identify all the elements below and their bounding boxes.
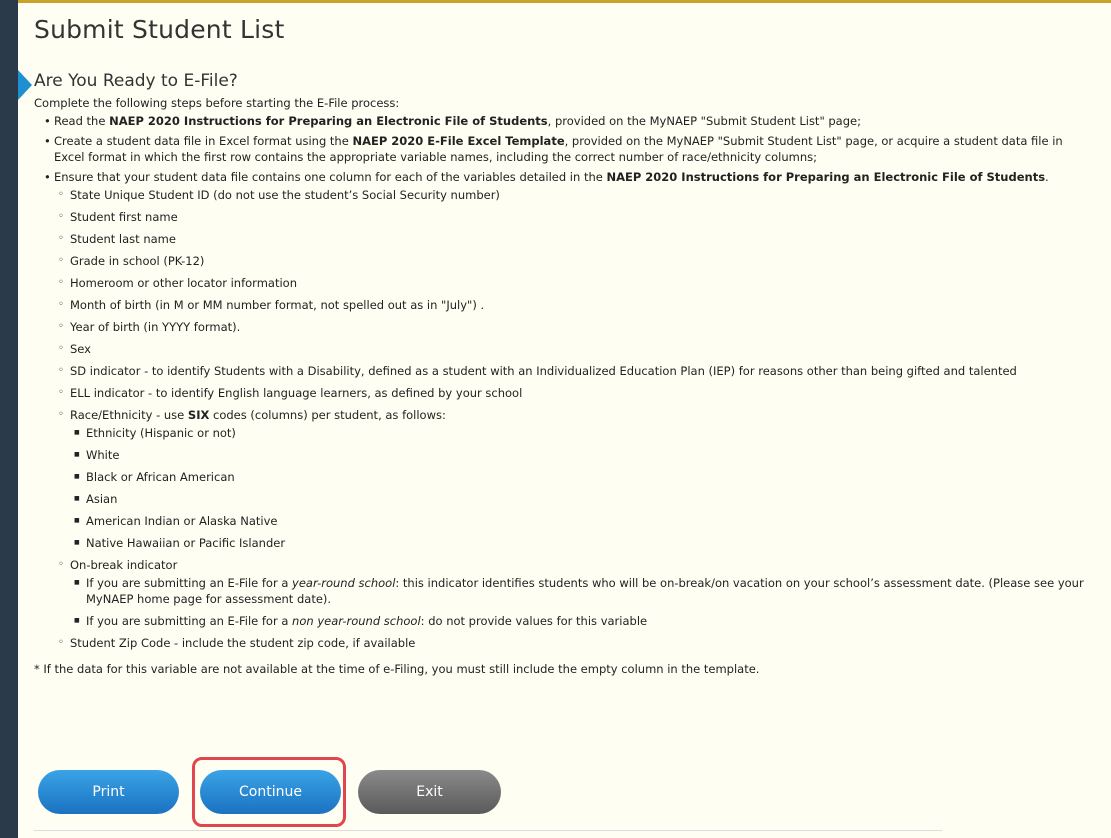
steps-list: Read the NAEP 2020 Instructions for Prep…	[34, 113, 1094, 651]
step-ensure: Ensure that your student data file conta…	[44, 169, 1094, 651]
variable-year-birth: Year of birth (in YYYY format).	[58, 319, 1094, 335]
bottom-rule	[34, 830, 942, 831]
footnote: * If the data for this variable are not …	[34, 662, 760, 676]
print-button[interactable]: Print	[38, 770, 179, 814]
on-break-year-round: If you are submitting an E-File for a ye…	[74, 575, 1094, 607]
variable-homeroom: Homeroom or other locator information	[58, 275, 1094, 291]
on-break-list: If you are submitting an E-File for a ye…	[70, 575, 1094, 629]
exit-button[interactable]: Exit	[358, 770, 501, 814]
race-item: Black or African American	[74, 469, 1094, 485]
variable-grade: Grade in school (PK-12)	[58, 253, 1094, 269]
left-sidebar-bar	[0, 0, 18, 838]
step-create: Create a student data file in Excel form…	[44, 133, 1094, 165]
page-title: Submit Student List	[34, 15, 285, 44]
template-title: NAEP 2020 E-File Excel Template	[352, 134, 565, 148]
variable-zip-code: Student Zip Code - include the student z…	[58, 635, 1094, 651]
variable-sd-indicator: SD indicator - to identify Students with…	[58, 363, 1094, 379]
variable-ell-indicator: ELL indicator - to identify English lang…	[58, 385, 1094, 401]
race-item: Asian	[74, 491, 1094, 507]
race-item: Native Hawaiian or Pacific Islander	[74, 535, 1094, 551]
variable-last-name: Student last name	[58, 231, 1094, 247]
continue-highlight-box	[192, 757, 346, 827]
variable-month-birth: Month of birth (in M or MM number format…	[58, 297, 1094, 313]
race-item: White	[74, 447, 1094, 463]
variable-state-id: State Unique Student ID (do not use the …	[58, 187, 1094, 203]
instructions-doc-title: NAEP 2020 Instructions for Preparing an …	[606, 170, 1046, 184]
instructions-doc-title: NAEP 2020 Instructions for Preparing an …	[109, 114, 548, 128]
race-item: Ethnicity (Hispanic or not)	[74, 425, 1094, 441]
race-item: American Indian or Alaska Native	[74, 513, 1094, 529]
race-codes-list: Ethnicity (Hispanic or not) White Black …	[70, 425, 1094, 551]
section-pointer-icon	[18, 70, 32, 100]
on-break-non-year-round: If you are submitting an E-File for a no…	[74, 613, 1094, 629]
section-heading: Are You Ready to E-File?	[34, 71, 238, 91]
step-read: Read the NAEP 2020 Instructions for Prep…	[44, 113, 1094, 129]
variable-on-break: On-break indicator If you are submitting…	[58, 557, 1094, 629]
variable-sex: Sex	[58, 341, 1094, 357]
variables-list: State Unique Student ID (do not use the …	[54, 187, 1094, 651]
main-content: Submit Student List Are You Ready to E-F…	[34, 10, 1094, 677]
intro-text: Complete the following steps before star…	[34, 96, 400, 110]
variable-race-ethnicity: Race/Ethnicity - use SIX codes (columns)…	[58, 407, 1094, 551]
variable-first-name: Student first name	[58, 209, 1094, 225]
